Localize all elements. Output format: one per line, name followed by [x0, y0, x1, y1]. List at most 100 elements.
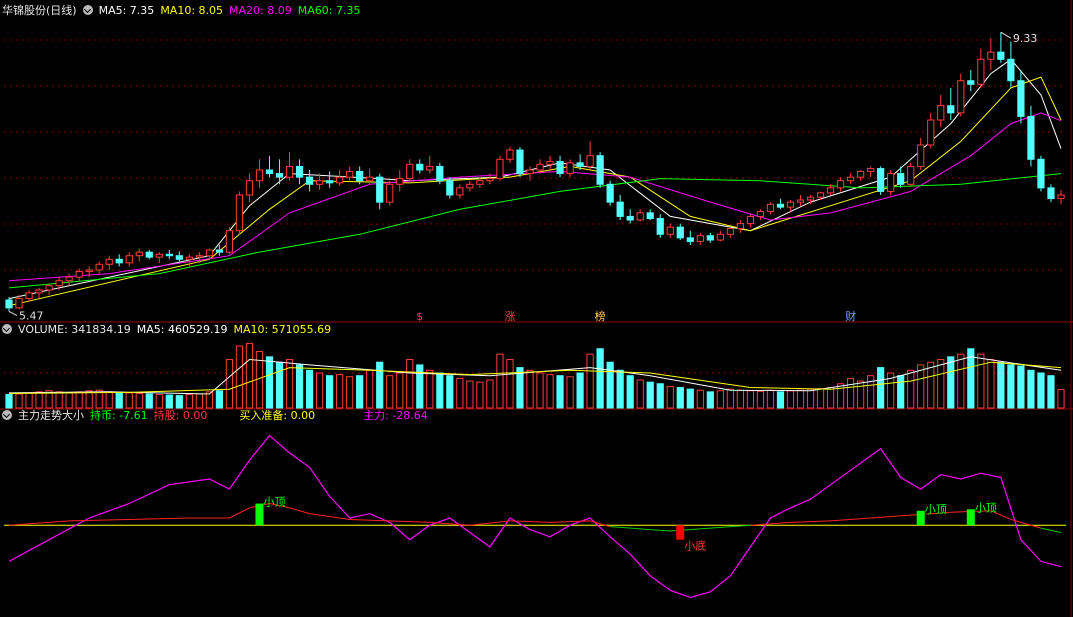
candle — [155, 253, 163, 258]
candle — [566, 162, 574, 175]
indicator-menu-chevron-icon[interactable] — [82, 5, 93, 15]
signal-bar — [255, 503, 264, 526]
volume-ma10-value: MA10: 571055.69 — [233, 323, 332, 336]
volume-bar — [366, 369, 374, 409]
volume-bar — [416, 364, 424, 409]
volume-bar — [746, 390, 755, 409]
main-force-line — [8, 434, 1062, 599]
volume-bar — [576, 372, 584, 409]
candle — [656, 218, 664, 235]
hold-line-segment — [469, 520, 511, 526]
volume-bar — [1027, 369, 1035, 409]
candle — [366, 176, 374, 182]
candle — [706, 235, 714, 241]
volume-bar — [406, 359, 414, 409]
volume-bar — [706, 391, 714, 409]
volume-bar — [245, 342, 254, 409]
candle — [877, 168, 885, 192]
hold-line-segment — [129, 517, 190, 520]
signal-label: 小顶 — [263, 496, 285, 509]
candle — [506, 149, 514, 160]
candle — [255, 169, 264, 182]
candle — [546, 160, 554, 165]
volume-bar — [987, 359, 995, 409]
candle — [726, 228, 734, 235]
kline-chart-stage[interactable]: 9.33 5.47 $ 涨榜财小顶 小底 小顶 小顶 华锦股份(日线) MA5: 7.35 MA… — [0, 0, 1073, 617]
candle — [185, 256, 193, 260]
hold-line-segment — [229, 507, 250, 519]
candle — [446, 180, 454, 196]
candle — [205, 249, 213, 257]
volume-bar — [696, 389, 704, 409]
candle — [586, 155, 594, 167]
candle — [175, 255, 183, 260]
volume-bar — [386, 375, 394, 409]
candle — [235, 194, 244, 232]
signal-bar — [916, 510, 925, 526]
volume-bar — [556, 375, 564, 409]
volume-bar — [5, 394, 13, 409]
volume-ma5-value: MA5: 460529.19 — [136, 323, 228, 336]
volume-bar — [867, 375, 875, 409]
volume-bar — [1047, 375, 1055, 409]
candle — [135, 251, 143, 257]
ma-line-ma10 — [8, 76, 1062, 307]
volume-bar — [536, 372, 544, 409]
volume-bar — [175, 395, 183, 409]
volume-bar — [315, 372, 324, 409]
volume-bar — [526, 369, 534, 409]
volume-bar — [135, 392, 143, 409]
hold-line-segment — [389, 520, 430, 523]
volume-bar — [476, 381, 484, 409]
candle — [676, 226, 684, 239]
volume-bar — [496, 353, 504, 409]
volume-bar — [1057, 389, 1065, 409]
candle — [836, 180, 845, 189]
volume-menu-chevron-icon[interactable] — [2, 324, 12, 334]
candle — [887, 173, 895, 192]
volume-bar — [826, 387, 835, 409]
volume-bar — [947, 356, 955, 409]
candle — [95, 263, 103, 271]
signal-label: 小底 — [684, 539, 706, 553]
volume-bar — [185, 394, 193, 409]
candle — [115, 258, 123, 264]
hold-line-segment — [69, 518, 130, 522]
candle — [1037, 158, 1045, 189]
candle — [1007, 58, 1015, 82]
candle — [105, 258, 113, 265]
volume-bar — [396, 372, 404, 409]
volume-bar — [215, 390, 224, 409]
candle — [45, 285, 53, 291]
hold-line-segment — [289, 507, 310, 515]
candle — [666, 226, 674, 235]
indicator-panel-chevron-icon[interactable] — [2, 410, 12, 420]
volume-bar — [25, 392, 33, 409]
volume-bar — [616, 369, 624, 409]
volume-bar — [326, 375, 334, 409]
volume-bar — [786, 390, 795, 409]
candle — [486, 178, 494, 182]
candle — [386, 183, 394, 203]
candle — [275, 173, 284, 178]
volume-bar — [806, 388, 815, 409]
kline-chart-svg[interactable]: 9.335.47 $ 涨榜财小顶小底小顶 小顶 — [0, 0, 1073, 617]
volume-bar — [776, 391, 785, 409]
candle — [766, 203, 775, 212]
volume-bar — [877, 367, 885, 409]
volume-bar — [376, 361, 384, 409]
signal-label: 小顶 — [975, 501, 997, 514]
signal-label: 小顶 — [925, 503, 947, 516]
volume-bar — [305, 369, 314, 409]
candle — [846, 176, 855, 182]
volume-bar — [566, 376, 574, 409]
candle — [626, 215, 634, 221]
candle — [957, 80, 965, 114]
candle — [756, 210, 765, 217]
candle — [1047, 187, 1055, 200]
event-marker: 财 — [845, 309, 856, 323]
candle — [285, 165, 294, 178]
candle — [55, 280, 63, 287]
volume-bar — [115, 391, 123, 409]
hold-coin-value: 持币: -7.61 — [90, 409, 148, 422]
